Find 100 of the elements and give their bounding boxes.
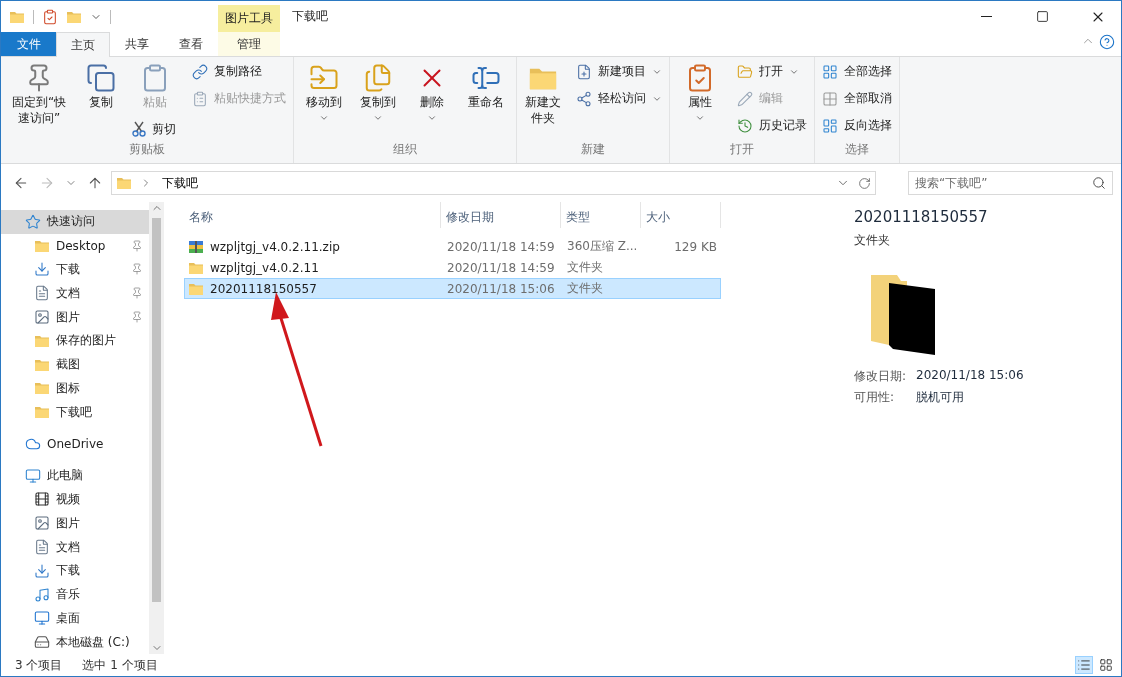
file-row[interactable]: wzpljtgj_v4.0.2.11 2020/11/18 14:59 文件夹 <box>184 257 721 278</box>
maximize-icon <box>1035 10 1049 23</box>
grid-icon <box>822 90 838 107</box>
sidebar-item[interactable]: 图标 <box>1 376 149 401</box>
grid-icon <box>822 117 838 134</box>
picture-icon <box>34 515 50 532</box>
breadcrumb[interactable]: 下载吧 <box>160 174 200 192</box>
ribbon-button[interactable]: 复制路径 <box>189 61 265 82</box>
document-icon <box>34 285 50 302</box>
group-label: 选择 <box>844 141 870 158</box>
property-label: 可用性: <box>854 389 896 406</box>
ribbon-tab[interactable]: 管理 <box>218 32 280 56</box>
computer-icon <box>25 467 41 484</box>
sidebar-item[interactable]: 下载 <box>1 257 149 282</box>
file-plus-icon <box>576 63 592 80</box>
property-value: 脱机可用 <box>916 389 965 406</box>
type-cell-text: 360压缩 Z... <box>566 238 639 255</box>
column-header[interactable]: 大小 <box>641 202 721 228</box>
ribbon-button[interactable]: 移动到 <box>298 61 350 125</box>
ribbon-button[interactable]: 新建文件夹 <box>521 61 565 129</box>
sidebar-item[interactable]: 图片 <box>1 511 149 536</box>
ribbon-button[interactable]: 全部选择 <box>819 61 895 82</box>
film-icon <box>34 491 50 508</box>
help-icon <box>1099 34 1115 50</box>
forward-icon <box>39 175 55 191</box>
sidebar-item[interactable]: 文档 <box>1 535 149 559</box>
ribbon-button[interactable]: 打开 <box>734 61 802 82</box>
sidebar-item[interactable]: 图片 <box>1 305 149 329</box>
ribbon-button[interactable]: 删除 <box>406 61 458 125</box>
sidebar-item[interactable]: 本地磁盘 (C:) <box>1 630 149 654</box>
ribbon-button[interactable]: 新建项目 <box>573 61 665 82</box>
large-icons-view-button[interactable] <box>1097 656 1115 674</box>
sidebar-item[interactable]: 此电脑 <box>1 463 149 488</box>
ribbon-tab[interactable]: 文件 <box>1 32 56 56</box>
ribbon-button[interactable]: 历史记录 <box>734 115 810 136</box>
type-cell-text: 文件夹 <box>566 280 604 297</box>
music-icon <box>34 586 50 603</box>
grid-icon <box>822 63 838 80</box>
history-icon <box>737 117 753 134</box>
scrollbar[interactable] <box>149 202 164 654</box>
date-cell-text: 2020/11/18 14:59 <box>446 239 556 254</box>
size-cell-text: 129 KB <box>673 239 718 254</box>
ribbon-tab[interactable]: 主页 <box>56 32 110 57</box>
star-icon <box>25 213 41 230</box>
property-value: 2020/11/18 15:06 <box>916 368 1025 384</box>
ribbon-button[interactable]: 重命名 <box>460 61 512 113</box>
sidebar-item[interactable]: 文档 <box>1 281 149 306</box>
picture-icon <box>34 309 50 325</box>
folder-icon <box>737 63 753 80</box>
folder-icon <box>116 175 132 191</box>
date-cell-text: 2020/11/18 14:59 <box>446 260 556 275</box>
minimize-icon <box>980 16 992 17</box>
ribbon-button[interactable]: 反向选择 <box>819 115 895 136</box>
address-field[interactable]: 下载吧 <box>111 171 876 195</box>
date-cell-text: 2020/11/18 15:06 <box>446 281 556 296</box>
list-icon <box>1077 658 1091 672</box>
sidebar-item[interactable]: 保存的图片 <box>1 328 149 353</box>
file-row[interactable]: 20201118150557 2020/11/18 15:06 文件夹 <box>184 278 721 299</box>
details-type: 文件夹 <box>854 232 891 249</box>
file-name: 20201118150557 <box>185 280 442 297</box>
sidebar-item[interactable]: 下载吧 <box>1 400 149 425</box>
sidebar-item[interactable]: 截图 <box>1 352 149 377</box>
details-view-button[interactable] <box>1075 656 1093 674</box>
ribbon-button[interactable]: 固定到“快速访问” <box>5 61 73 129</box>
ribbon-button[interactable]: 轻松访问 <box>573 88 665 109</box>
sidebar-item[interactable]: Desktop <box>1 233 149 258</box>
folder-icon <box>34 380 50 397</box>
document-icon <box>34 539 50 556</box>
link-icon <box>192 63 208 80</box>
refresh-icon <box>858 176 871 190</box>
sidebar-item[interactable]: 视频 <box>1 487 149 512</box>
file-name: wzpljtgj_v4.0.2.11 <box>185 259 442 276</box>
desktop-icon <box>34 610 50 627</box>
clipboard-icon <box>192 90 208 107</box>
ribbon-button[interactable]: 剪切 <box>129 118 179 140</box>
sidebar-item[interactable]: 音乐 <box>1 582 149 607</box>
column-header[interactable]: 类型 <box>561 202 641 228</box>
scissors-icon <box>132 121 146 138</box>
up-icon <box>87 175 103 191</box>
back-icon <box>13 175 29 191</box>
ribbon-button[interactable]: 全部取消 <box>819 88 895 109</box>
search-field[interactable]: 搜索“下载吧” <box>908 171 1113 195</box>
checklist-icon <box>42 8 58 25</box>
context-tab-label: 图片工具 <box>218 5 280 32</box>
window-title: 下载吧 <box>291 8 329 25</box>
status-text: 选中 1 个项目 <box>82 656 158 674</box>
sidebar-item[interactable]: 下载 <box>1 558 149 583</box>
sidebar-item[interactable]: OneDrive <box>1 432 149 456</box>
sidebar-item[interactable]: 快速访问 <box>1 210 149 234</box>
status-text: 3 个项目 <box>15 656 63 674</box>
file-row[interactable]: wzpljtgj_v4.0.2.11.zip 2020/11/18 14:59 360压缩 Z... 129 KB <box>184 236 721 257</box>
files-icon <box>363 63 393 93</box>
column-header[interactable]: 修改日期 <box>441 202 561 228</box>
folder-icon <box>34 404 50 421</box>
ribbon-button[interactable]: 复制 <box>75 61 127 113</box>
ribbon-button[interactable]: 复制到 <box>352 61 404 125</box>
column-header[interactable]: 名称 <box>184 202 441 228</box>
ribbon-button[interactable]: 属性 <box>674 61 726 125</box>
pencil-icon <box>737 90 753 107</box>
sidebar-item[interactable]: 桌面 <box>1 606 149 631</box>
